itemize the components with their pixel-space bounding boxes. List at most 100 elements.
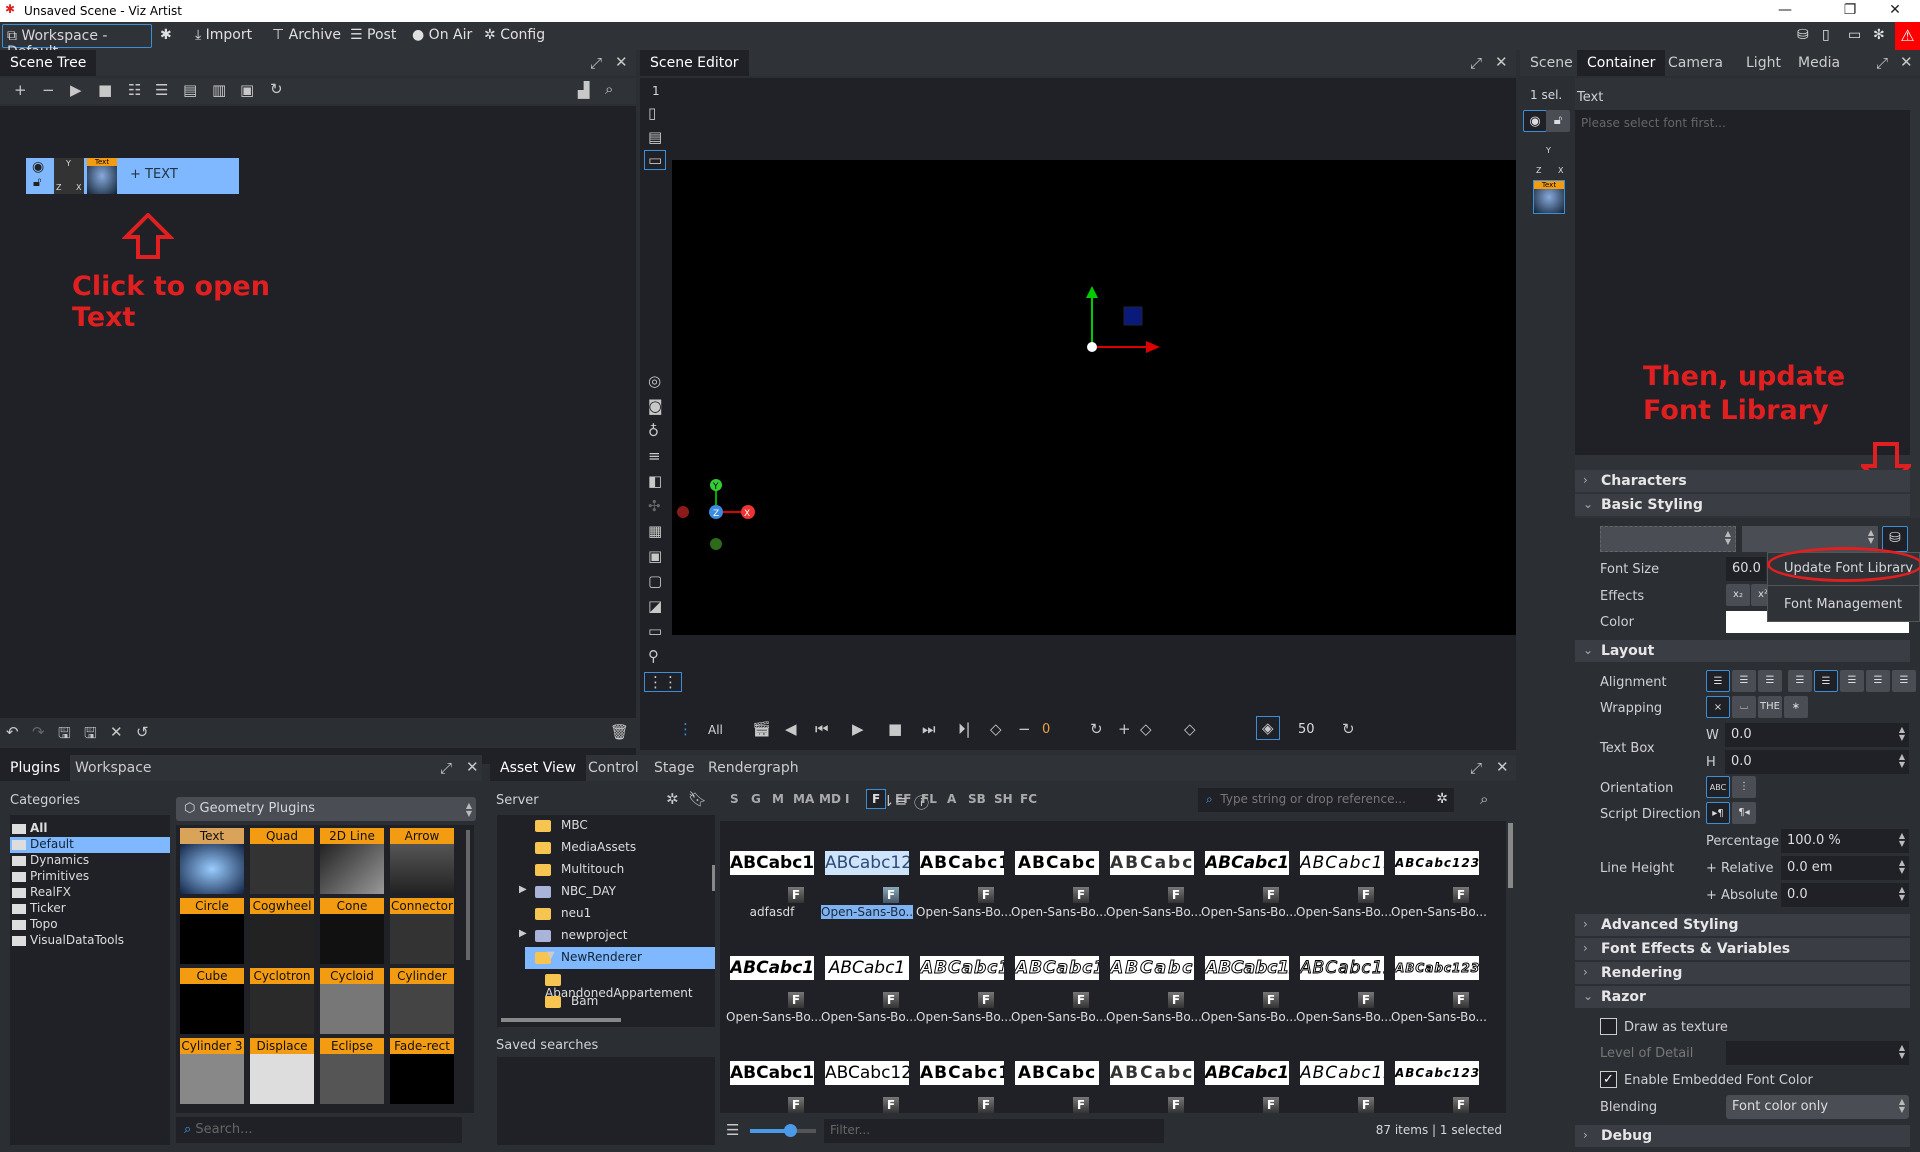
camera-icon[interactable]: ◙ <box>648 397 663 415</box>
font-preview[interactable]: ABCabc12 <box>1205 956 1289 980</box>
font-name[interactable]: Open-Sans-Bo... <box>1296 1010 1392 1024</box>
keyframe-icon[interactable]: ◇ <box>1184 720 1196 738</box>
clapper-icon[interactable]: 🎬︎ <box>752 720 771 738</box>
plugin-tile[interactable]: Fade-rect <box>390 1038 454 1104</box>
folder-item[interactable]: ▶ newproject <box>497 925 715 947</box>
import-button[interactable]: ⤓ Import <box>195 27 252 43</box>
font-preview[interactable]: ABCabc12 <box>730 851 814 875</box>
filter-i[interactable]: I <box>845 792 849 806</box>
expand-arrow-icon[interactable]: ▼ <box>547 950 555 961</box>
rectangle-icon[interactable]: ▭ <box>648 622 662 640</box>
folder-item[interactable]: ▶ NBC_DAY <box>497 881 715 903</box>
blending-select[interactable]: Font color only ▲ ▼ <box>1726 1095 1909 1119</box>
loop-step-icon[interactable]: ↻ <box>1342 720 1355 738</box>
text-plugin-icon[interactable]: Text <box>87 158 117 194</box>
contrast-icon[interactable]: ◧ <box>648 472 662 490</box>
font-library-database-icon[interactable]: ⛁ <box>1882 526 1908 552</box>
category-item[interactable]: Default <box>10 837 170 853</box>
font-preview[interactable]: ABCabc1 <box>825 956 909 980</box>
category-item[interactable]: Topo <box>10 917 170 933</box>
valign-last-line-button[interactable]: ☰ <box>1866 670 1890 692</box>
filter-s[interactable]: S <box>730 792 739 806</box>
text-box-height-input[interactable]: 0.0 ▲ ▼ <box>1725 750 1909 774</box>
frame-icon[interactable]: ▣ <box>648 547 662 565</box>
merge-icon[interactable]: ▤ <box>183 81 197 99</box>
filter-a[interactable]: A <box>947 792 956 806</box>
tab-light[interactable]: Light <box>1736 50 1791 76</box>
font-preview[interactable]: ABCabc12 <box>1300 1061 1384 1085</box>
step-input[interactable]: 50 <box>1292 718 1336 742</box>
post-button[interactable]: ☰ Post <box>350 27 396 43</box>
settings-gear-icon[interactable]: ✱ <box>160 27 172 43</box>
save-as-icon[interactable]: 🖫︎ <box>84 723 97 748</box>
crop-icon[interactable]: ◪ <box>648 597 662 615</box>
font-preview[interactable]: ABCabc1 <box>920 1061 1004 1085</box>
close-icon[interactable]: ✕ <box>1900 53 1913 71</box>
wrap-the-button[interactable]: THE <box>1758 696 1782 718</box>
rtl-button[interactable]: ¶◂ <box>1732 802 1756 824</box>
text-plugin-icon[interactable]: Text <box>1533 180 1565 214</box>
lock-icon[interactable]: 🔓︎ <box>1546 110 1570 132</box>
layer-toggle-icon[interactable]: ⋮ <box>678 720 693 738</box>
font-preview[interactable]: ABCabc123 <box>1110 956 1194 980</box>
play-icon[interactable]: ▶ <box>70 81 82 99</box>
plugin-tile[interactable]: Circle <box>180 898 244 964</box>
wrap-char-button[interactable]: ∗ <box>1784 696 1808 718</box>
sort-icon[interactable]: ⇂≡ <box>882 792 907 810</box>
tab-asset-view[interactable]: Asset View <box>490 755 586 781</box>
font-name[interactable]: Open-Sans-Bo... <box>1296 905 1392 919</box>
info-icon[interactable]: ▤ <box>648 128 662 146</box>
scene-tree-node-text[interactable]: ◉ 🔓︎ YZX Text + TEXT <box>26 158 239 194</box>
minimize-button[interactable]: — <box>1770 2 1800 18</box>
section-razor[interactable]: ⌄ Razor <box>1575 986 1910 1008</box>
play-reverse-icon[interactable]: ◀ <box>785 720 797 738</box>
valign-bottom-button[interactable]: ☰ <box>1892 670 1916 692</box>
folder-item[interactable]: neu1 <box>497 903 715 925</box>
wrap-word-button[interactable]: ⌴ <box>1732 696 1756 718</box>
frame-input[interactable]: 0 <box>1036 718 1084 742</box>
font-preview[interactable]: ABCabc <box>1015 1061 1099 1085</box>
prev-keyframe-icon[interactable]: ◇ <box>990 720 1002 738</box>
font-name[interactable]: Open-Sans-Bo... <box>726 1010 822 1024</box>
render-viewport[interactable]: Y Z X <box>672 160 1516 635</box>
minus-icon[interactable]: − <box>1018 720 1031 738</box>
font-preview[interactable]: ABCabc12 <box>1300 851 1384 875</box>
fan-icon[interactable]: ✻ <box>1873 27 1885 43</box>
split-icon[interactable]: ▥ <box>212 81 226 99</box>
plugin-grid-scrollbar[interactable] <box>466 830 470 960</box>
trash-icon[interactable]: 🗑︎ <box>610 723 629 741</box>
visibility-eye-icon[interactable]: ◉ <box>1523 110 1547 132</box>
terminal-icon[interactable]: ▭ <box>1848 27 1861 43</box>
undo-icon[interactable]: ↶ <box>6 723 19 741</box>
plugin-search-input[interactable]: ⌕ Search... <box>176 1117 462 1143</box>
asset-search-input[interactable]: ⌕ Type string or drop reference... ✲ <box>1198 788 1454 812</box>
go-end-icon[interactable]: ⏵| <box>958 720 971 738</box>
embedded-font-color-checkbox[interactable]: ✓ <box>1600 1071 1617 1088</box>
tab-container[interactable]: Container <box>1577 50 1666 76</box>
thumbnail-size-slider[interactable] <box>750 1124 816 1137</box>
font-name[interactable]: Open-Sans-Bo... <box>916 905 1012 919</box>
orientation-vertical-button[interactable]: ⋮ <box>1732 776 1756 798</box>
folder-item[interactable]: AbandonedAppartement <box>497 969 715 1000</box>
font-name[interactable]: Open-Sans-Bo... <box>1106 1010 1202 1024</box>
filter-md[interactable]: MD <box>819 792 841 806</box>
font-preview[interactable]: ABCabc12 <box>730 1061 814 1085</box>
step-forward-icon[interactable]: ⏭︎ <box>922 720 936 738</box>
folder-item[interactable]: MBC <box>497 815 715 837</box>
font-preview[interactable]: ABCabc12 <box>825 851 909 875</box>
plugin-tile[interactable]: Cogwheel <box>250 898 314 964</box>
plugin-tile[interactable]: 2D Line <box>320 828 384 894</box>
category-item[interactable]: Ticker <box>10 901 170 917</box>
maximize-button[interactable]: ❐ <box>1835 2 1865 18</box>
bookmark-icon[interactable]: 🔖︎ <box>688 790 707 808</box>
font-name[interactable]: Open-Sans-Bo... <box>821 905 917 919</box>
font-name[interactable]: Open-Sans-Bo... <box>821 1010 917 1024</box>
filter-sh[interactable]: SH <box>994 792 1013 806</box>
tab-stage[interactable]: Stage <box>644 755 704 781</box>
close-icon[interactable]: ✕ <box>466 758 479 776</box>
maximize-icon[interactable]: ⤢ <box>590 54 602 72</box>
folder-item[interactable]: Multitouch <box>497 859 715 881</box>
font-preview[interactable]: ABCabc12 <box>1205 1061 1289 1085</box>
safe-area-icon[interactable]: ▢ <box>648 572 662 590</box>
align-right-button[interactable]: ☰ <box>1758 670 1782 692</box>
